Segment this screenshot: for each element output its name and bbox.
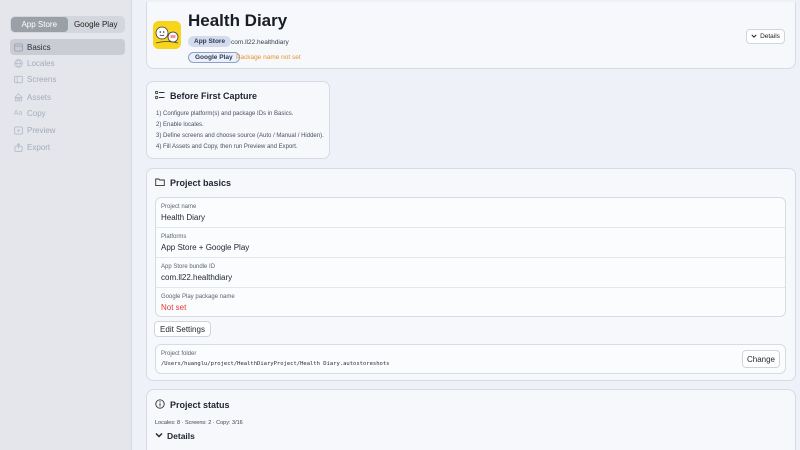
- field-label: Google Play package name: [161, 294, 235, 300]
- basics-fields: Project name Health Diary Platforms App …: [155, 197, 786, 317]
- section-title: Before First Capture: [170, 91, 258, 101]
- sidebar-item-label: Locales: [27, 58, 55, 68]
- status-details-toggle[interactable]: Details: [155, 431, 195, 441]
- folder-path: /Users/huanglu/project/HealthDiaryProjec…: [161, 361, 390, 367]
- main-content: Health Diary App Store com.ll22.healthdi…: [132, 0, 800, 450]
- field-value: Not set: [161, 303, 187, 312]
- app-store-segment[interactable]: App Store: [11, 17, 68, 32]
- field-value: App Store + Google Play: [161, 243, 250, 252]
- field-value: com.ll22.healthdiary: [161, 273, 233, 282]
- field-label: Platforms: [161, 234, 187, 240]
- google-play-badge: Google Play: [188, 52, 240, 63]
- sidebar-item-label: Preview: [27, 125, 56, 135]
- sidebar-item-label: Copy: [27, 109, 46, 119]
- screens-icon: [13, 75, 23, 85]
- app-icon: [153, 21, 181, 49]
- shapes-icon: [13, 93, 23, 103]
- sidebar-item-assets[interactable]: Assets: [10, 90, 125, 106]
- before-first-capture-card: Before First Capture 1) Configure platfo…: [146, 81, 330, 159]
- step-4: 4) Fill Assets and Copy, then run Previe…: [156, 144, 298, 150]
- sidebar-item-export[interactable]: Export: [10, 139, 125, 155]
- details-label: Details: [760, 33, 780, 40]
- preview-icon: [13, 125, 23, 135]
- text-icon: Aa: [13, 110, 23, 118]
- sidebar-item-preview[interactable]: Preview: [10, 122, 125, 138]
- sidebar: App Store Google Play Basics Locales Scr…: [0, 0, 132, 450]
- field-platforms: Platforms App Store + Google Play: [156, 228, 785, 258]
- bundle-id-text: com.ll22.healthdiary: [231, 39, 289, 46]
- sidebar-item-locales[interactable]: Locales: [10, 55, 125, 71]
- step-1: 1) Configure platform(s) and package IDs…: [156, 111, 294, 117]
- step-3: 3) Define screens and choose source (Aut…: [156, 133, 324, 139]
- section-title: Project basics: [170, 178, 232, 188]
- project-status-card: Project status Locales: 8 · Screens: 2 ·…: [146, 389, 796, 450]
- google-play-segment[interactable]: Google Play: [68, 17, 125, 32]
- sidebar-item-basics[interactable]: Basics: [10, 39, 125, 55]
- step-2: 2) Enable locales.: [156, 122, 204, 128]
- details-label: Details: [167, 431, 195, 441]
- field-bundle-id: App Store bundle ID com.ll22.healthdiary: [156, 258, 785, 288]
- field-project-name: Project name Health Diary: [156, 198, 785, 228]
- app-header-card: Health Diary App Store com.ll22.healthdi…: [146, 2, 796, 69]
- field-value: Health Diary: [161, 213, 206, 222]
- project-folder-box: Project folder /Users/huanglu/project/He…: [155, 344, 786, 374]
- sidebar-item-label: Export: [27, 142, 51, 152]
- field-label: Project folder: [161, 351, 197, 357]
- info-icon: [155, 399, 165, 411]
- sidebar-item-label: Assets: [27, 93, 52, 103]
- sidebar-item-label: Screens: [27, 75, 57, 85]
- folder-icon: [155, 177, 165, 189]
- details-button[interactable]: Details: [746, 29, 785, 44]
- checklist-icon: [154, 90, 165, 102]
- project-status-header: Project status: [155, 399, 230, 411]
- status-summary: Locales: 8 · Screens: 2 · Copy: 3/16: [155, 420, 243, 426]
- window-icon: [13, 42, 23, 52]
- sidebar-item-screens[interactable]: Screens: [10, 72, 125, 88]
- sidebar-nav: Basics Locales Screens Assets Aa Copy Pr…: [10, 39, 125, 155]
- platform-segmented-control: App Store Google Play: [10, 16, 125, 33]
- field-label: Project name: [161, 204, 197, 210]
- chevron-down-icon: [751, 33, 757, 41]
- project-basics-header: Project basics: [155, 177, 231, 189]
- package-warning: Package name not set: [236, 54, 301, 61]
- section-title: Project status: [170, 400, 230, 410]
- field-label: App Store bundle ID: [161, 264, 216, 270]
- sidebar-item-label: Basics: [27, 42, 51, 52]
- project-basics-card: Project basics Project name Health Diary…: [146, 168, 796, 381]
- export-icon: [13, 142, 23, 152]
- before-capture-header: Before First Capture: [154, 90, 258, 102]
- field-package-name: Google Play package name Not set: [156, 288, 785, 318]
- change-folder-button[interactable]: Change: [742, 350, 780, 368]
- globe-icon: [13, 58, 23, 68]
- sidebar-item-copy[interactable]: Aa Copy: [10, 106, 125, 122]
- chevron-down-icon: [155, 431, 163, 441]
- app-store-badge: App Store: [188, 36, 232, 47]
- edit-settings-button[interactable]: Edit Settings: [154, 321, 211, 337]
- app-title: Health Diary: [188, 11, 288, 30]
